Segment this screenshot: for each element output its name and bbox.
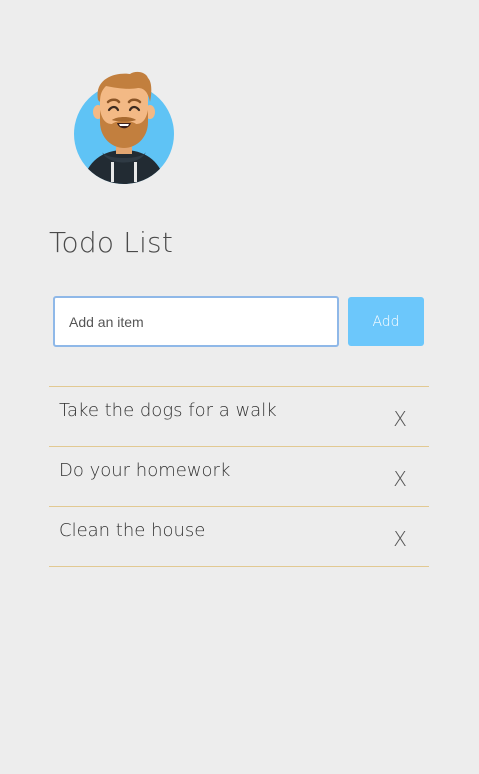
delete-item-button[interactable]: X <box>393 467 407 491</box>
add-button[interactable]: Add <box>348 297 424 346</box>
bearded-man-avatar-icon <box>72 70 176 186</box>
todo-app: Todo List Add Take the dogs for a walk X… <box>0 0 479 774</box>
delete-item-button[interactable]: X <box>393 527 407 551</box>
todo-item-text: Take the dogs for a walk <box>59 400 277 421</box>
list-item: Take the dogs for a walk X <box>49 386 429 446</box>
delete-item-button[interactable]: X <box>393 407 407 431</box>
list-item: Do your homework X <box>49 446 429 506</box>
add-item-form: Add <box>53 296 425 347</box>
todo-item-text: Do your homework <box>59 460 231 481</box>
add-item-input[interactable] <box>53 296 339 347</box>
todo-list: Take the dogs for a walk X Do your homew… <box>49 386 429 567</box>
page-title: Todo List <box>49 226 174 259</box>
todo-item-text: Clean the house <box>59 520 206 541</box>
list-item: Clean the house X <box>49 506 429 567</box>
